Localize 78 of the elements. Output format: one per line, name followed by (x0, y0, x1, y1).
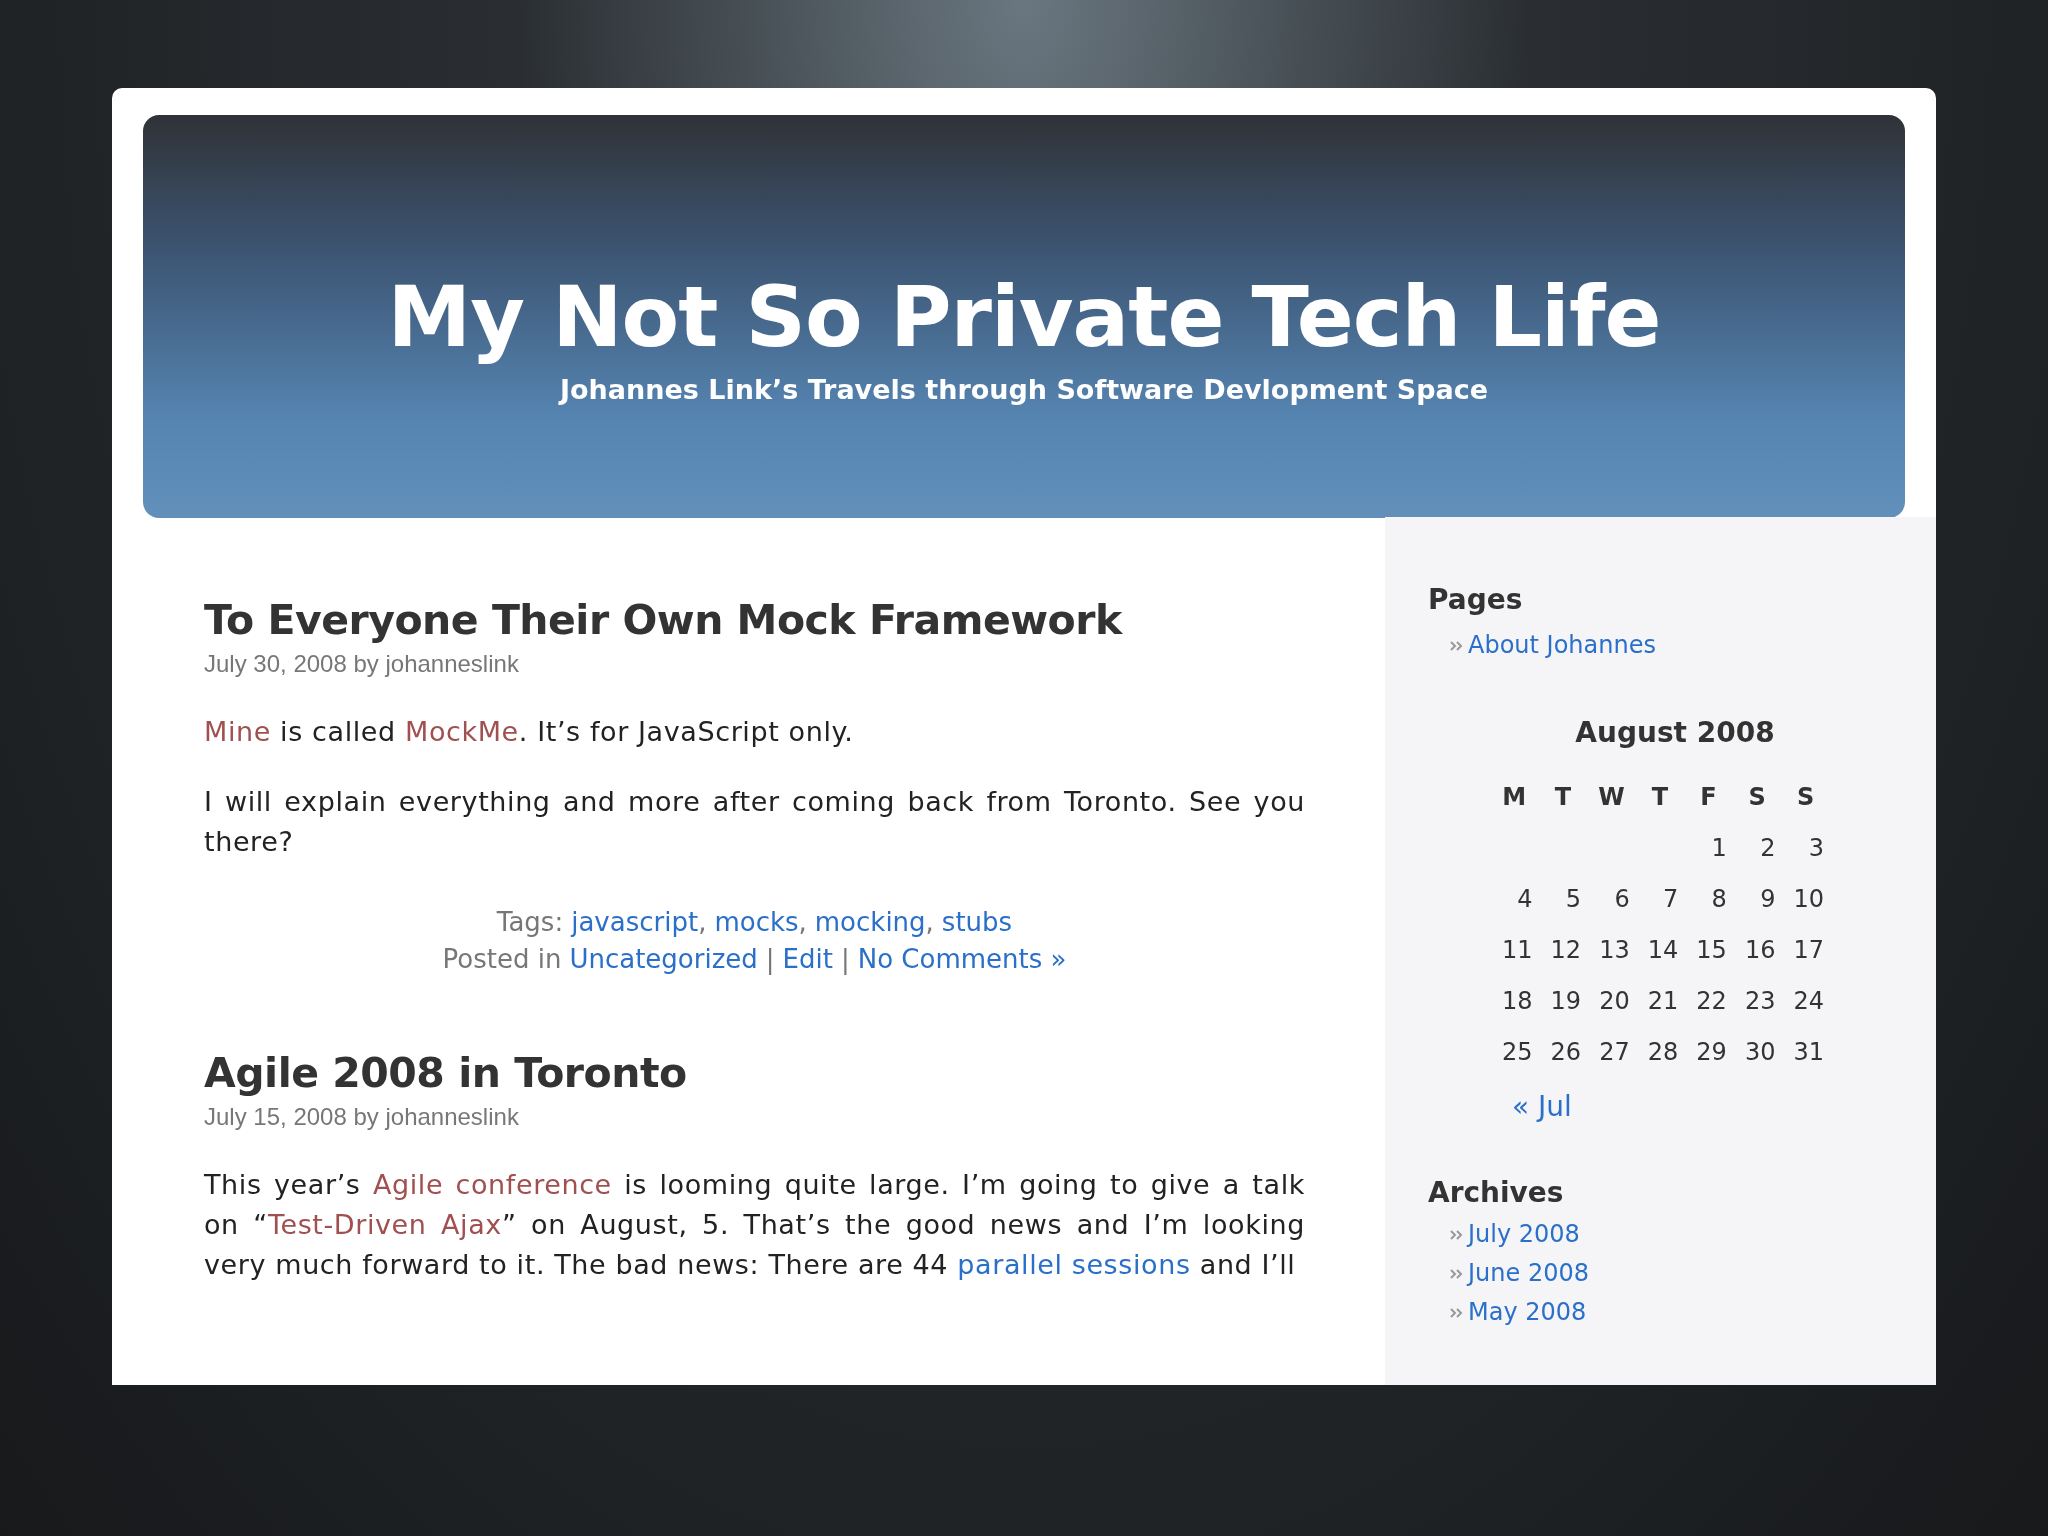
calendar-day: 11 (1490, 924, 1539, 976)
calendar-day: 28 (1635, 1026, 1685, 1078)
calendar-day: 7 (1635, 873, 1685, 925)
sidebar-link[interactable]: July 2008 (1468, 1215, 1580, 1252)
separator: , (925, 905, 934, 939)
weekday-label: T (1553, 782, 1573, 813)
text-link[interactable]: Test-Driven Ajax (267, 1209, 502, 1240)
post-meta: July 30, 2008 by johanneslink (204, 648, 520, 679)
chevron-icon (1450, 1268, 1464, 1280)
weekday-label: F (1699, 782, 1718, 813)
chevron-icon (1450, 1307, 1464, 1319)
calendar-day: 4 (1490, 873, 1539, 925)
text-link[interactable]: MockMe (405, 715, 519, 747)
calendar-day: 10 (1781, 873, 1830, 925)
comments-link[interactable]: No Comments » (857, 940, 1067, 978)
tags-label: Tags: (496, 905, 564, 939)
sidebar-heading: Pages (1428, 581, 1524, 618)
calendar-day: 26 (1538, 1026, 1588, 1078)
calendar-day: 8 (1684, 873, 1733, 925)
calendar-day: 5 (1538, 873, 1588, 925)
calendar-day: 17 (1781, 924, 1830, 976)
calendar-day: 9 (1732, 873, 1782, 925)
tag-link[interactable]: mocks (714, 903, 799, 941)
calendar-day: 27 (1587, 1026, 1636, 1078)
calendar-day: 19 (1538, 975, 1588, 1027)
calendar-day: 20 (1587, 975, 1636, 1027)
separator: , (698, 905, 707, 939)
tag-link[interactable]: javascript (571, 903, 699, 941)
tag-link[interactable]: stubs (941, 903, 1013, 941)
weekday-label: S (1796, 782, 1816, 813)
post-paragraph: Mine is called MockMe. It’s for JavaScript only. (204, 714, 855, 749)
calendar-day: 13 (1587, 924, 1636, 976)
text-link[interactable]: Agile conference (372, 1169, 612, 1200)
calendar-day: 30 (1732, 1026, 1782, 1078)
calendar-day: 22 (1684, 975, 1733, 1027)
edit-link[interactable]: Edit (782, 940, 833, 978)
text-link[interactable]: Mine (204, 715, 271, 747)
text-link[interactable]: parallel sessions (957, 1249, 1191, 1280)
separator: | (765, 942, 775, 977)
calendar-day: 12 (1538, 924, 1588, 976)
separator: | (840, 942, 850, 977)
previous-month-link[interactable]: « Jul (1512, 1085, 1572, 1128)
calendar-day: 15 (1684, 924, 1733, 976)
post-meta: July 15, 2008 by johanneslink (204, 1102, 520, 1132)
calendar-day: 16 (1732, 924, 1782, 976)
calendar-day: 14 (1635, 924, 1685, 976)
calendar-day: 21 (1635, 975, 1685, 1027)
calendar-day: 23 (1732, 975, 1782, 1027)
posted-in-label: Posted in (442, 942, 562, 976)
calendar-day: 1 (1684, 822, 1733, 874)
tag-link[interactable]: mocking (814, 903, 926, 941)
calendar-day: 25 (1490, 1026, 1539, 1078)
chevron-icon (1450, 640, 1464, 652)
weekday-label: T (1650, 782, 1670, 813)
calendar-title: August 2008 (1574, 714, 1776, 751)
calendar-day: 18 (1490, 975, 1539, 1027)
sidebar-link[interactable]: May 2008 (1468, 1293, 1587, 1330)
calendar-day: 3 (1781, 822, 1830, 874)
calendar-day: 31 (1781, 1026, 1830, 1078)
sidebar-link[interactable]: About Johannes (1468, 626, 1656, 663)
post-paragraph: This year’s Agile conference is looming quite large. I’m going to give a talk on “Test-Driven Ajax” on August, 5. That’s the good news and I’m looking very much forward to it. The bad news: There are 44 parallel sessions and I’ll (204, 1168, 1305, 1282)
category-link[interactable]: Uncategorized (569, 940, 758, 978)
calendar-day: 29 (1684, 1026, 1733, 1078)
blog-title[interactable]: My Not So Private Tech Life (387, 265, 1661, 370)
weekday-label: M (1501, 782, 1528, 813)
post-title[interactable]: Agile 2008 in Toronto (204, 1047, 1305, 1099)
post-title[interactable]: To Everyone Their Own Mock Framework (204, 594, 1305, 646)
chevron-icon (1450, 1229, 1464, 1241)
sidebar-link[interactable]: June 2008 (1468, 1254, 1589, 1291)
calendar-day: 2 (1732, 822, 1782, 874)
post-paragraph: I will explain everything and more after coming back from Toronto. See you there? (204, 784, 1305, 859)
separator: , (798, 905, 807, 939)
blog-tagline: Johannes Link’s Travels through Software Devlopment Space (560, 373, 1488, 407)
calendar-day: 6 (1587, 873, 1636, 925)
sidebar-heading: Archives (1428, 1174, 1565, 1211)
weekday-label: W (1597, 782, 1626, 813)
calendar-day: 24 (1781, 975, 1830, 1027)
weekday-label: S (1747, 782, 1767, 813)
